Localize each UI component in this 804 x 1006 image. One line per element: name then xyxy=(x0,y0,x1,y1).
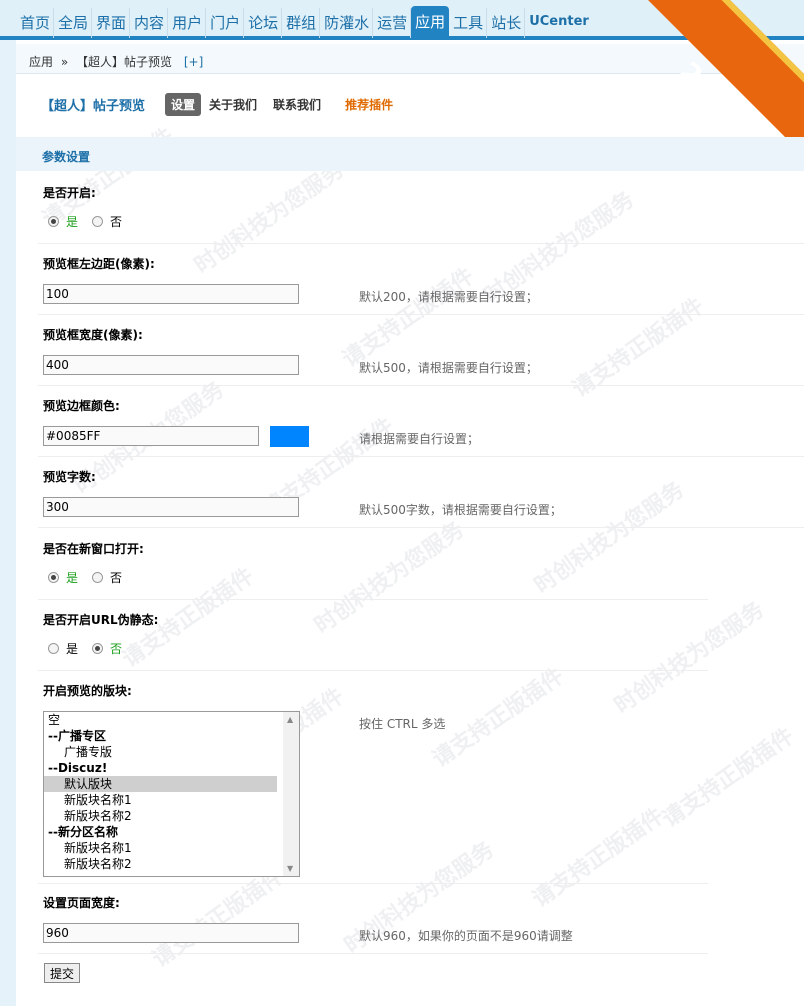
nav-item[interactable]: 站长 xyxy=(487,8,526,38)
divider xyxy=(38,883,708,884)
nav-item[interactable]: 应用 xyxy=(411,6,450,40)
watermark-text: 请支持正版插件 xyxy=(568,293,709,403)
page-width-label: 设置页面宽度: xyxy=(43,896,120,910)
nav-item[interactable]: 门户 xyxy=(206,8,245,38)
nav-item[interactable]: 界面 xyxy=(92,8,131,38)
new-window-yes-label: 是 xyxy=(66,571,79,585)
divider xyxy=(38,385,804,386)
scroll-down-icon[interactable]: ▼ xyxy=(287,864,293,873)
nav-item[interactable]: 群组 xyxy=(282,8,321,38)
watermark-text: 请支持正版插件 xyxy=(338,263,479,373)
width-label: 预览框宽度(像素): xyxy=(43,328,143,342)
forum-option[interactable]: 广播专版 xyxy=(44,744,299,760)
section-title: 参数设置 xyxy=(16,137,804,171)
forum-option[interactable]: --新分区名称 xyxy=(44,824,299,840)
nav-item[interactable]: 用户 xyxy=(168,8,207,38)
watermark-text: 时创科技为您服务 xyxy=(530,477,689,599)
url-static-radios: 是 否 xyxy=(48,640,136,657)
forum-options: 空 --广播专区 广播专版 --Discuz! 默认版块 新版块名称1 新版块名称2 --新分… xyxy=(44,712,299,872)
submit-button[interactable]: 提交 xyxy=(44,963,80,983)
forums-hint: 按住 CTRL 多选 xyxy=(359,717,446,731)
new-window-no-radio[interactable] xyxy=(92,572,104,583)
border-color-input[interactable] xyxy=(43,426,259,446)
enable-no-radio[interactable] xyxy=(92,216,104,227)
color-swatch[interactable] xyxy=(270,426,309,447)
watermark-text: 时创科技为您服务 xyxy=(310,517,469,639)
forum-option[interactable]: 新版块名称1 xyxy=(44,792,299,808)
width-input[interactable] xyxy=(43,355,299,375)
nav-item[interactable]: 工具 xyxy=(449,8,488,38)
nav-item[interactable]: 论坛 xyxy=(244,8,283,38)
breadcrumb-root[interactable]: 应用 xyxy=(29,55,53,69)
forum-option[interactable]: 默认版块 xyxy=(44,776,277,792)
left-margin-input[interactable] xyxy=(43,284,299,304)
page-width-hint: 默认960，如果你的页面不是960请调整 xyxy=(359,929,573,943)
left-bar xyxy=(0,40,16,1006)
forum-option[interactable]: --广播专区 xyxy=(44,728,299,744)
divider xyxy=(38,314,804,315)
word-count-hint: 默认500字数，请根据需要自行设置； xyxy=(359,503,562,517)
url-static-yes-label: 是 xyxy=(66,642,79,656)
divider xyxy=(38,599,708,600)
forum-option[interactable]: 新版块名称2 xyxy=(44,808,299,824)
watermark-text: 时创科技为您服务 xyxy=(190,157,349,279)
new-window-label: 是否在新窗口打开: xyxy=(43,542,144,556)
left-margin-hint: 默认200，请根据需要自行设置； xyxy=(359,290,538,304)
divider xyxy=(38,243,804,244)
nav-items: 首页 全局 界面 内容 用户 门户 论坛 群组 防灌水 运营 应用 工具 站长 UCenter xyxy=(16,6,592,40)
divider xyxy=(38,456,804,457)
forum-option[interactable]: 新版块名称2 xyxy=(44,856,299,872)
new-window-radios: 是 否 xyxy=(48,569,136,586)
enable-no-label: 否 xyxy=(110,215,123,229)
watermark-text: 请支持正版插件 xyxy=(658,723,799,833)
tab-about[interactable]: 关于我们 xyxy=(209,96,257,113)
plugin-header: 【超人】帖子预览 设置 关于我们 联系我们 推荐插件 xyxy=(41,93,409,116)
nav-item[interactable]: 运营 xyxy=(373,8,412,38)
breadcrumb-add-button[interactable]: [+] xyxy=(184,55,203,69)
breadcrumb-current: 【超人】帖子预览 xyxy=(76,55,173,69)
breadcrumb-sep: » xyxy=(60,55,69,69)
forum-option[interactable]: --Discuz! xyxy=(44,760,299,776)
enable-yes-label: 是 xyxy=(66,215,79,229)
listbox-scrollbar[interactable]: ▲ ▼ xyxy=(283,712,299,876)
watermark-text: 请支持正版插件 xyxy=(428,663,569,773)
scroll-up-icon[interactable]: ▲ xyxy=(287,715,293,724)
width-hint: 默认500，请根据需要自行设置； xyxy=(359,361,538,375)
enable-radios: 是 否 xyxy=(48,213,136,230)
left-margin-label: 预览框左边距(像素): xyxy=(43,257,155,271)
enable-label: 是否开启: xyxy=(43,186,96,200)
watermark-text: 时创科技为您服务 xyxy=(610,597,769,719)
nav-item[interactable]: 内容 xyxy=(130,8,169,38)
divider xyxy=(38,670,708,671)
tab-settings[interactable]: 设置 xyxy=(165,93,202,116)
border-color-hint: 请根据需要自行设置； xyxy=(359,432,480,446)
forums-label: 开启预览的版块: xyxy=(43,684,132,698)
border-color-label: 预览边框颜色: xyxy=(43,399,120,413)
enable-yes-radio[interactable] xyxy=(48,216,59,227)
nav-item[interactable]: 首页 xyxy=(16,8,55,38)
page-width-input[interactable] xyxy=(43,923,299,943)
url-static-no-label: 否 xyxy=(110,642,123,656)
divider xyxy=(38,953,708,954)
url-static-no-radio[interactable] xyxy=(92,643,104,654)
word-count-input[interactable] xyxy=(43,497,299,517)
nav-item[interactable]: UCenter xyxy=(525,8,592,38)
nav-item[interactable]: 全局 xyxy=(54,8,93,38)
nav-item[interactable]: 防灌水 xyxy=(320,8,374,38)
plugin-title: 【超人】帖子预览 xyxy=(41,99,146,114)
forums-multiselect[interactable]: 空 --广播专区 广播专版 --Discuz! 默认版块 新版块名称1 新版块名称2 --新分… xyxy=(43,711,300,877)
tab-recommend[interactable]: 推荐插件 xyxy=(345,96,393,113)
new-window-no-label: 否 xyxy=(110,571,123,585)
watermark-text: 请支持正版插件 xyxy=(528,803,669,913)
forum-option[interactable]: 新版块名称1 xyxy=(44,840,299,856)
url-static-yes-radio[interactable] xyxy=(48,643,59,654)
url-static-label: 是否开启URL伪静态: xyxy=(43,613,159,627)
tab-contact[interactable]: 联系我们 xyxy=(273,96,321,113)
new-window-yes-radio[interactable] xyxy=(48,572,59,583)
forum-option[interactable]: 空 xyxy=(44,712,299,728)
word-count-label: 预览字数: xyxy=(43,470,96,484)
divider xyxy=(38,527,804,528)
